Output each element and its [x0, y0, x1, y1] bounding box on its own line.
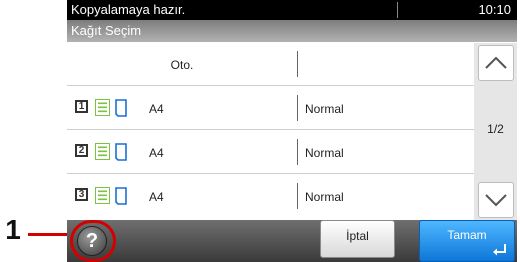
list-item-tray-2[interactable]: 2 A4 Normal [67, 131, 474, 174]
page-title: Kağıt Seçim [71, 23, 142, 38]
title-bar: Kağıt Seçim [67, 20, 517, 42]
paper-stack-icon [95, 99, 110, 116]
device-panel: Kopyalamaya hazır. 10:10 Kağıt Seçim Oto… [67, 0, 517, 262]
help-button[interactable]: ? [77, 226, 107, 256]
chevron-down-icon [485, 194, 507, 207]
paper-source-list: Oto. 1 A4 Normal 2 A4 Normal 3 A4 Normal [67, 43, 474, 220]
paper-type: Normal [305, 146, 344, 160]
paper-size: A4 [149, 146, 164, 160]
paper-type: Normal [305, 190, 344, 204]
paper-stack-icon [95, 187, 110, 204]
callout-number: 1 [5, 214, 21, 245]
list-item-tray-1[interactable]: 1 A4 Normal [67, 87, 474, 130]
ok-label: Tamam [447, 228, 487, 242]
paper-size: A4 [149, 102, 164, 116]
tray-number-icon: 1 [75, 100, 88, 113]
row-divider [297, 51, 298, 77]
status-message: Kopyalamaya hazır. [71, 2, 186, 17]
paper-type: Normal [305, 102, 344, 116]
paper-size: A4 [149, 190, 164, 204]
callout-line [28, 233, 72, 236]
list-item-auto[interactable]: Oto. [67, 43, 474, 86]
paper-sheet-icon [115, 99, 127, 117]
row-divider [297, 95, 298, 121]
scrollbar: 1/2 [474, 43, 517, 220]
list-item-tray-3[interactable]: 3 A4 Normal [67, 175, 474, 220]
ok-button[interactable]: Tamam [419, 220, 515, 262]
help-icon: ? [85, 230, 99, 252]
bottom-bar: ? İptal Tamam [67, 220, 517, 262]
tray-number-icon: 3 [75, 188, 88, 201]
enter-icon [493, 244, 506, 256]
scroll-up-button[interactable] [478, 45, 514, 81]
paper-sheet-icon [115, 143, 127, 161]
status-time: 10:10 [478, 2, 511, 17]
row-divider [297, 183, 298, 209]
cancel-label: İptal [346, 229, 369, 243]
row-divider [297, 139, 298, 165]
chevron-up-icon [485, 56, 507, 69]
status-bar: Kopyalamaya hazır. 10:10 [67, 0, 517, 20]
tray-number-icon: 2 [75, 144, 88, 157]
page-indicator: 1/2 [487, 122, 504, 136]
status-divider [397, 2, 398, 18]
cancel-button[interactable]: İptal [320, 220, 395, 258]
paper-sheet-icon [115, 187, 127, 205]
auto-label: Oto. [170, 58, 194, 72]
paper-stack-icon [95, 143, 110, 160]
scroll-down-button[interactable] [478, 182, 514, 218]
